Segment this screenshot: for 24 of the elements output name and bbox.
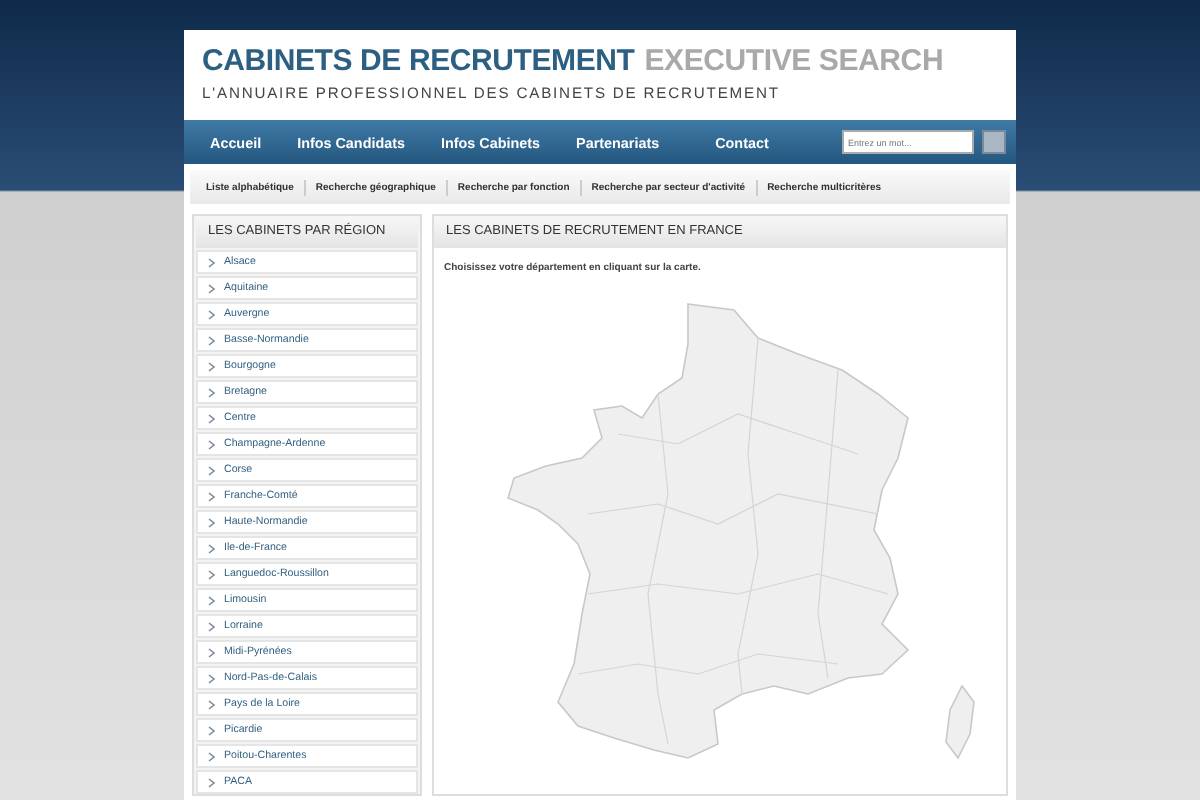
chevron-icon bbox=[208, 465, 216, 475]
chevron-icon bbox=[208, 751, 216, 761]
chevron-icon bbox=[208, 439, 216, 449]
chevron-icon bbox=[208, 777, 216, 787]
chevron-icon bbox=[208, 335, 216, 345]
chevron-icon bbox=[208, 543, 216, 553]
chevron-icon bbox=[208, 309, 216, 319]
chevron-icon bbox=[208, 647, 216, 657]
chevron-icon bbox=[208, 725, 216, 735]
chevron-icon bbox=[208, 569, 216, 579]
site-subtitle: EXECUTIVE SEARCH bbox=[644, 42, 944, 82]
search-button[interactable] bbox=[982, 130, 1006, 154]
chevron-icon bbox=[208, 283, 216, 293]
chevron-icon bbox=[208, 621, 216, 631]
chevron-icon bbox=[208, 387, 216, 397]
site-title: CABINETS DE RECRUTEMENT bbox=[202, 42, 635, 82]
chevron-icon bbox=[208, 595, 216, 605]
chevron-icon bbox=[208, 257, 216, 267]
chevron-icon bbox=[208, 491, 216, 501]
chevron-icon bbox=[208, 699, 216, 709]
chevron-icon bbox=[208, 673, 216, 683]
chevron-icon bbox=[208, 361, 216, 371]
chevron-icon bbox=[208, 517, 216, 527]
chevron-icon bbox=[208, 413, 216, 423]
